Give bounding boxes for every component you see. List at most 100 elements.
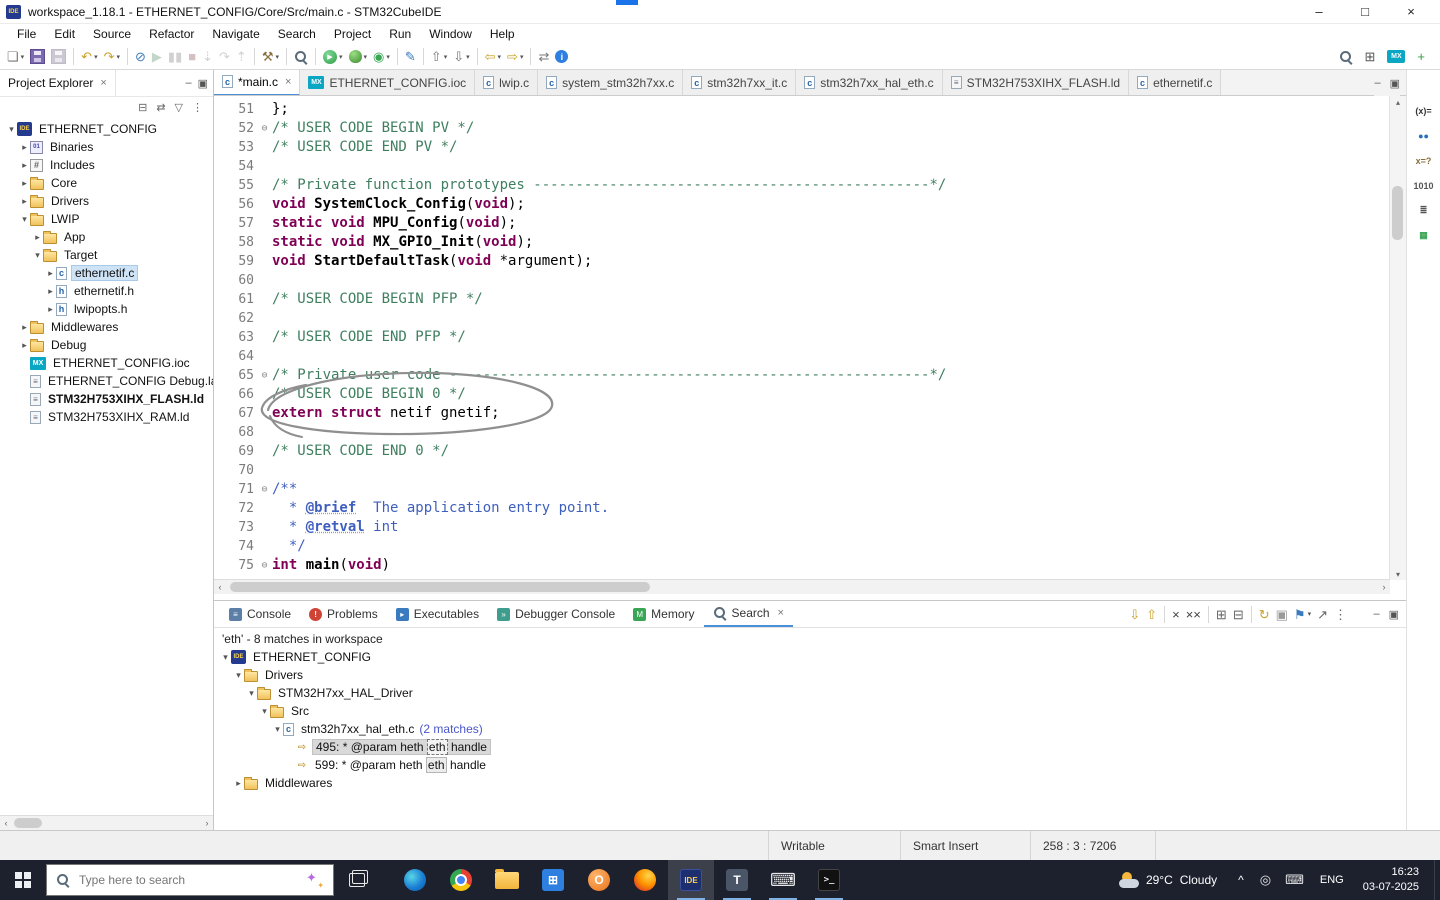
- run-button[interactable]: ▶ ▾: [320, 46, 346, 68]
- scroll-right-icon[interactable]: ›: [1378, 580, 1390, 594]
- editor-tab--main-c[interactable]: c *main.c ×: [214, 70, 301, 95]
- maximize-view-button[interactable]: ▣: [1389, 608, 1399, 621]
- editor-tab-ethernetif-c[interactable]: c ethernetif.c: [1129, 70, 1222, 95]
- save-all-button[interactable]: [48, 46, 69, 68]
- expand-arrow-icon[interactable]: ▸: [45, 268, 56, 279]
- maximize-editor-button[interactable]: ▣: [1390, 77, 1400, 90]
- tree-item-app[interactable]: ▸ App: [0, 228, 213, 246]
- tree-item-debug-launch[interactable]: ≡ ETHERNET_CONFIG Debug.launch: [0, 372, 213, 390]
- search-toolbar-button[interactable]: [1336, 46, 1356, 68]
- editor-tab-system-stm32h7xx-c[interactable]: c system_stm32h7xx.c: [538, 70, 684, 95]
- new-button[interactable]: ❏ ▾: [4, 46, 27, 68]
- fold-toggle-icon[interactable]: ⊖: [257, 366, 272, 385]
- view-menu-button[interactable]: ⋮: [1331, 603, 1350, 625]
- fold-toggle-icon[interactable]: ⊖: [257, 480, 272, 499]
- expand-arrow-icon[interactable]: ▸: [19, 178, 30, 189]
- touch-keyboard-icon[interactable]: ⌨: [1278, 872, 1311, 888]
- tree-item-lwipopts-h[interactable]: ▸ h lwipopts.h: [0, 300, 213, 318]
- fold-toggle-icon[interactable]: ⊖: [257, 556, 272, 575]
- expand-all-button[interactable]: ⊞: [1213, 603, 1230, 625]
- filter-button[interactable]: ▽: [175, 101, 183, 114]
- result-middlewares[interactable]: ▸ Middlewares: [214, 774, 1406, 792]
- menu-help[interactable]: Help: [481, 25, 524, 43]
- show-desktop-button[interactable]: [1434, 860, 1440, 900]
- tree-item-ethernetif-c[interactable]: ▸ c ethernetif.c: [0, 264, 213, 282]
- toggle-mark-occurrences-button[interactable]: ✎: [402, 46, 419, 68]
- editor-vscrollbar[interactable]: ▴ ▾: [1389, 96, 1406, 580]
- menu-refactor[interactable]: Refactor: [140, 25, 203, 43]
- maximize-view-button[interactable]: ▣: [198, 77, 208, 90]
- scrollbar-thumb[interactable]: [1392, 186, 1403, 240]
- close-view-icon[interactable]: ×: [100, 77, 106, 89]
- previous-annotation-button[interactable]: ⇧ ▾: [428, 46, 450, 68]
- scroll-right-icon[interactable]: ›: [201, 816, 213, 830]
- menu-window[interactable]: Window: [420, 25, 481, 43]
- scrollbar-thumb[interactable]: [230, 582, 650, 592]
- editor-hscrollbar[interactable]: ‹ ›: [214, 579, 1390, 594]
- menu-file[interactable]: File: [8, 25, 45, 43]
- bottom-tab-debugger-console[interactable]: » Debugger Console: [488, 601, 624, 627]
- tree-item-drivers[interactable]: ▸ Drivers: [0, 192, 213, 210]
- editor-tab-ethernet-config-ioc[interactable]: MX ETHERNET_CONFIG.ioc: [300, 70, 476, 95]
- scroll-up-icon[interactable]: ▴: [1390, 96, 1406, 108]
- taskbar-keyboard[interactable]: ⌨: [760, 860, 806, 900]
- editor-tab-lwip-c[interactable]: c lwip.c: [475, 70, 539, 95]
- remove-selected-matches-button[interactable]: ×: [1169, 603, 1183, 625]
- menu-search[interactable]: Search: [269, 25, 325, 43]
- tree-item-flash-ld[interactable]: ≡ STM32H753XIHX_FLASH.ld: [0, 390, 213, 408]
- undo-button[interactable]: ↶ ▾: [78, 46, 100, 68]
- taskbar-outlook[interactable]: O: [576, 860, 622, 900]
- taskbar-firefox[interactable]: [622, 860, 668, 900]
- collapse-arrow-icon[interactable]: ▾: [272, 724, 283, 735]
- skip-breakpoints-button[interactable]: ⊘: [132, 46, 149, 68]
- close-window-button[interactable]: ×: [1388, 4, 1434, 19]
- fold-toggle-icon[interactable]: ⊖: [257, 119, 272, 138]
- taskbar-search-box[interactable]: [46, 864, 334, 896]
- expand-arrow-icon[interactable]: ▸: [19, 142, 30, 153]
- scroll-down-icon[interactable]: ▾: [1390, 568, 1406, 580]
- result-match-599[interactable]: ⇨ 599: * @param heth eth handle: [214, 756, 1406, 774]
- taskbar-stm32cubeide[interactable]: IDE: [668, 860, 714, 900]
- step-over-button[interactable]: ↷: [216, 46, 233, 68]
- remove-all-matches-button[interactable]: ××: [1183, 603, 1204, 625]
- taskbar-chrome[interactable]: [438, 860, 484, 900]
- link-with-editor-button[interactable]: ⇄: [535, 46, 552, 68]
- step-into-button[interactable]: ⇣: [199, 46, 216, 68]
- registers-view-button[interactable]: 1010: [1407, 173, 1440, 198]
- step-return-button[interactable]: ⇡: [233, 46, 250, 68]
- redo-button[interactable]: ↷ ▾: [101, 46, 123, 68]
- scroll-left-icon[interactable]: ‹: [214, 580, 226, 594]
- suspend-button[interactable]: ▮▮: [165, 46, 185, 68]
- collapse-all-button[interactable]: ⊟: [138, 101, 147, 114]
- collapse-all-button[interactable]: ⊟: [1230, 603, 1247, 625]
- expressions-view-button[interactable]: x=?: [1407, 148, 1440, 173]
- terminate-button[interactable]: ■: [185, 46, 199, 68]
- result-hal-eth-c[interactable]: ▾ c stm32h7xx_hal_eth.c (2 matches): [214, 720, 1406, 738]
- bottom-tab-memory[interactable]: M Memory: [624, 601, 703, 627]
- start-button[interactable]: [0, 860, 46, 900]
- debug-button[interactable]: ▾: [346, 46, 371, 68]
- tree-item-target[interactable]: ▾ Target: [0, 246, 213, 264]
- scroll-left-icon[interactable]: ‹: [0, 816, 12, 830]
- link-with-editor-button[interactable]: ⇄: [156, 101, 165, 114]
- result-drivers[interactable]: ▾ Drivers: [214, 666, 1406, 684]
- editor-tab-stm32h753xihx-flash-ld[interactable]: ≡ STM32H753XIHX_FLASH.ld: [942, 70, 1130, 95]
- code-editor[interactable]: 51}; 52 ⊖/* USER CODE BEGIN PV */53/* USER…: [214, 96, 1390, 576]
- tray-icon-1[interactable]: ◎: [1253, 872, 1278, 888]
- result-ethernet-config[interactable]: ▾ IDE ETHERNET_CONFIG: [214, 648, 1406, 666]
- menu-edit[interactable]: Edit: [45, 25, 84, 43]
- bottom-tab-problems[interactable]: ! Problems: [300, 601, 387, 627]
- result-hal-driver[interactable]: ▾ STM32H7xx_HAL_Driver: [214, 684, 1406, 702]
- external-tools-button[interactable]: ◉ ▾: [370, 46, 393, 68]
- taskbar-file-explorer[interactable]: [484, 860, 530, 900]
- device-configuration-perspective-button[interactable]: MX: [1384, 46, 1408, 68]
- taskbar-cmd[interactable]: >_: [806, 860, 852, 900]
- taskbar-terminal-t[interactable]: T: [714, 860, 760, 900]
- collapse-arrow-icon[interactable]: ▾: [6, 124, 17, 135]
- maximize-window-button[interactable]: □: [1342, 4, 1388, 19]
- menu-project[interactable]: Project: [325, 25, 380, 43]
- open-perspective-button[interactable]: ⊞: [1362, 46, 1379, 68]
- expand-arrow-icon[interactable]: ▸: [19, 322, 30, 333]
- editor-tab-stm32h7xx-hal-eth-c[interactable]: c stm32h7xx_hal_eth.c: [796, 70, 943, 95]
- forward-button[interactable]: ⇨ ▾: [504, 46, 526, 68]
